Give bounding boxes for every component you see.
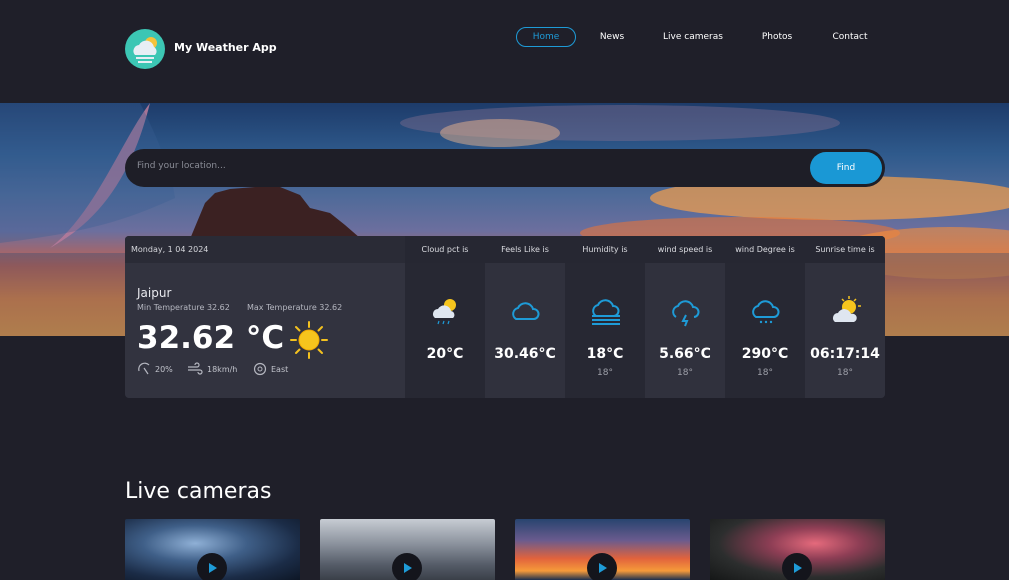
wind-speed-label: wind speed is (645, 236, 725, 263)
wind-degree-column: wind Degree is 290°C 18° (725, 236, 805, 398)
app-title: My Weather App (174, 41, 277, 54)
compass-icon (253, 362, 267, 376)
nav-live-cameras[interactable]: Live cameras (657, 27, 729, 47)
snow-cloud-icon (752, 300, 780, 324)
play-button[interactable] (587, 553, 617, 580)
camera-thumbnail[interactable] (515, 519, 690, 580)
sun-icon (290, 321, 328, 359)
sunrise-label: Sunrise time is (805, 236, 885, 263)
nav-contact[interactable]: Contact (826, 27, 874, 47)
app-logo[interactable] (125, 29, 165, 69)
sunrise-value: 06:17:14 (810, 346, 880, 362)
search-input[interactable]: Find your location... (137, 161, 226, 171)
partly-sunny-icon (833, 296, 861, 322)
header: My Weather App Home News Live cameras Ph… (0, 0, 1009, 103)
camera-thumbnail[interactable] (320, 519, 495, 580)
camera-thumbnail[interactable] (710, 519, 885, 580)
wind-speed-value: 5.66°C (659, 346, 711, 362)
sunrise-column: Sunrise time is 06:17:14 18° (805, 236, 885, 398)
nav-news[interactable]: News (590, 27, 634, 47)
current-temperature: 32.62 °C (137, 320, 285, 356)
current-weather-panel: Monday, 1 04 2024 Jaipur Min Temperature… (125, 236, 405, 398)
feels-like-value: 30.46°C (494, 346, 556, 362)
wind-speed-column: wind speed is 5.66°C 18° (645, 236, 725, 398)
wind-stat: 18km/h (187, 362, 237, 376)
humidity-value: 20% (155, 364, 173, 374)
wind-icon (188, 362, 203, 375)
humidity-label: Humidity is (565, 236, 645, 263)
umbrella-icon (138, 362, 150, 375)
direction-stat: East (253, 362, 288, 376)
feels-like-column: Feels Like is 30.46°C (485, 236, 565, 398)
fog-cloud-icon (592, 299, 620, 325)
location-search: Find your location... Find (125, 149, 885, 187)
direction-value: East (271, 364, 289, 374)
nav-home[interactable]: Home (516, 27, 576, 47)
cloud-pct-label: Cloud pct is (405, 236, 485, 263)
wind-degree-sub: 18° (757, 368, 773, 378)
current-date: Monday, 1 04 2024 (131, 245, 209, 254)
play-button[interactable] (197, 553, 227, 580)
cloud-icon (512, 302, 540, 320)
humidity-value-col: 18°C (586, 346, 624, 362)
humidity-sub: 18° (597, 368, 613, 378)
min-temperature: Min Temperature 32.62 (137, 303, 230, 312)
cloud-pct-column: Cloud pct is 20°C (405, 236, 485, 398)
wind-degree-label: wind Degree is (725, 236, 805, 263)
sunrise-sub: 18° (837, 368, 853, 378)
humidity-stat: 20% (137, 362, 173, 376)
nav-photos[interactable]: Photos (755, 27, 799, 47)
partly-cloudy-rain-icon (433, 299, 456, 325)
humidity-column: Humidity is 18°C 18° (565, 236, 645, 398)
wind-speed-sub: 18° (677, 368, 693, 378)
weather-card: Monday, 1 04 2024 Jaipur Min Temperature… (125, 236, 885, 398)
city-name: Jaipur (137, 286, 172, 300)
live-cameras-title: Live cameras (125, 479, 272, 504)
max-temperature: Max Temperature 32.62 (247, 303, 343, 312)
cloud-pct-value: 20°C (426, 346, 464, 362)
camera-thumbnail[interactable] (125, 519, 300, 580)
wind-degree-value: 290°C (741, 346, 789, 362)
thunderstorm-icon (672, 300, 700, 327)
wind-value: 18km/h (207, 364, 238, 374)
feels-like-label: Feels Like is (485, 236, 565, 263)
play-button[interactable] (782, 553, 812, 580)
date-header: Monday, 1 04 2024 (125, 236, 405, 263)
find-button[interactable]: Find (810, 152, 882, 184)
play-button[interactable] (392, 553, 422, 580)
